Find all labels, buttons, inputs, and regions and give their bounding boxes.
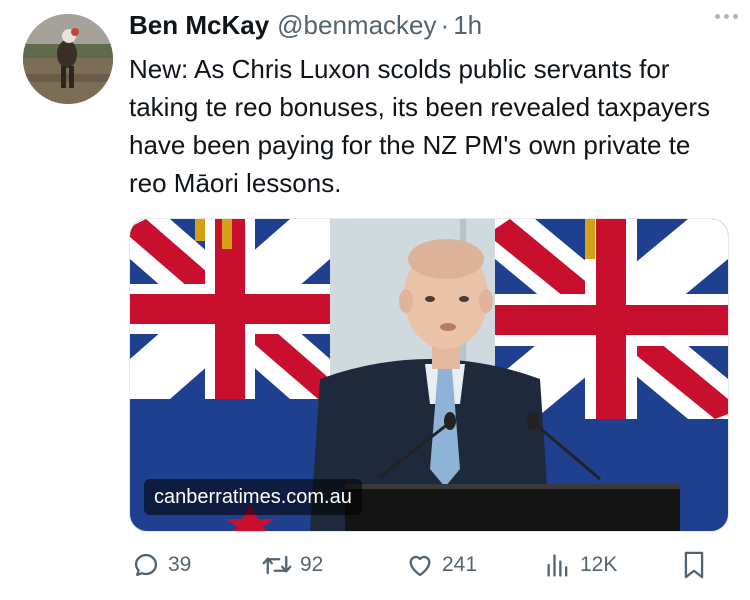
author-name[interactable]: Ben McKay — [129, 10, 269, 41]
media-source-label: canberratimes.com.au — [144, 479, 362, 515]
reply-icon — [134, 553, 158, 577]
retweet-count: 92 — [300, 553, 324, 576]
timestamp[interactable]: 1h — [453, 10, 482, 41]
dot — [723, 13, 729, 19]
heart-icon — [409, 555, 431, 577]
dot — [714, 13, 720, 19]
bookmark-icon — [684, 551, 704, 579]
avatar[interactable] — [23, 14, 113, 104]
tweet-actions: 39 92 241 12K — [130, 545, 710, 585]
views-icon — [547, 554, 568, 577]
reply-button[interactable]: 39 — [132, 545, 191, 585]
author-handle[interactable]: @benmackey — [277, 10, 436, 41]
like-count: 241 — [442, 553, 478, 576]
tweet-text: New: As Chris Luxon scolds public servan… — [129, 54, 711, 198]
tweet: Ben McKay @benmackey · 1h New: As Chris … — [0, 0, 750, 600]
views-button[interactable]: 12K — [544, 545, 617, 585]
views-count: 12K — [580, 553, 618, 576]
tweet-media[interactable]: canberratimes.com.au — [129, 218, 729, 532]
retweet-icon — [262, 555, 292, 575]
avatar-image — [23, 14, 113, 104]
tweet-header: Ben McKay @benmackey · 1h — [129, 10, 730, 44]
like-button[interactable]: 241 — [406, 545, 477, 585]
retweet-button[interactable]: 92 — [262, 545, 323, 585]
more-dots-icon[interactable] — [710, 8, 742, 24]
dot — [732, 13, 738, 19]
bookmark-button[interactable] — [680, 545, 708, 585]
separator-dot: · — [440, 10, 450, 40]
reply-count: 39 — [168, 553, 192, 576]
podium — [345, 484, 680, 531]
